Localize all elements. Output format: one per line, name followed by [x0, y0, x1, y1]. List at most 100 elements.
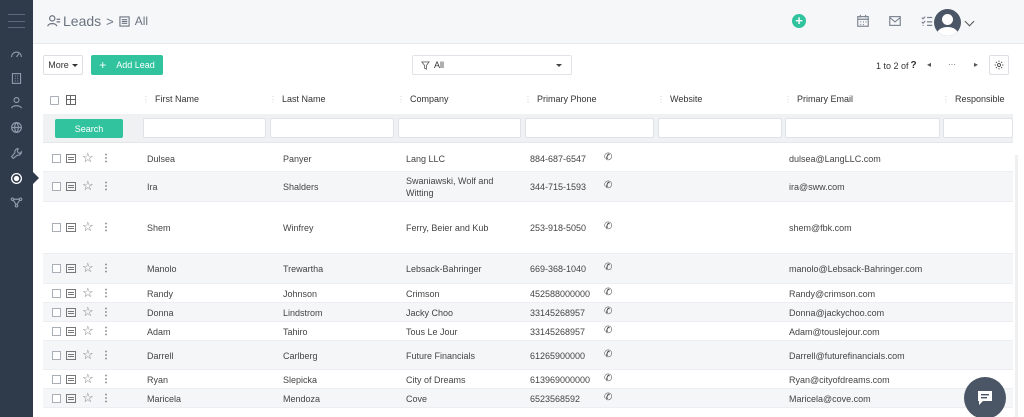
- wrench-icon[interactable]: [0, 141, 33, 165]
- cell-primary-email[interactable]: Donna@jackychoo.com: [789, 307, 929, 319]
- notes-icon[interactable]: [66, 289, 76, 298]
- phone-icon[interactable]: ✆: [604, 262, 612, 273]
- responsible-search-input[interactable]: [943, 118, 1013, 138]
- phone-icon[interactable]: ✆: [604, 180, 612, 191]
- star-icon[interactable]: ☆: [82, 324, 94, 337]
- table-row[interactable]: ☆ ⋮ Ryan Slepicka City of Dreams 613969000000…: [43, 370, 1013, 389]
- cell-last-name[interactable]: Winfrey: [283, 222, 314, 234]
- menu-icon[interactable]: [8, 14, 25, 28]
- kebab-menu-icon[interactable]: ⋮: [101, 375, 111, 385]
- phone-icon[interactable]: ✆: [604, 221, 612, 232]
- phone-icon[interactable]: ✆: [604, 349, 612, 360]
- breadcrumb-view[interactable]: All: [135, 14, 148, 28]
- breadcrumb-module[interactable]: Leads: [63, 13, 101, 29]
- star-icon[interactable]: ☆: [82, 305, 94, 318]
- star-icon[interactable]: ☆: [82, 391, 94, 404]
- add-lead-button[interactable]: + Add Lead: [91, 55, 163, 75]
- phone-icon[interactable]: ✆: [604, 152, 612, 163]
- cell-first-name[interactable]: Maricela: [147, 393, 181, 405]
- kebab-menu-icon[interactable]: ⋮: [101, 289, 111, 299]
- table-row[interactable]: ☆ ⋮ Maricela Mendoza Cove 6523568592 ✆ Maricela…: [43, 389, 1013, 408]
- kebab-menu-icon[interactable]: ⋮: [101, 308, 111, 318]
- notes-icon[interactable]: [66, 182, 76, 191]
- star-icon[interactable]: ☆: [82, 179, 94, 192]
- avatar[interactable]: [934, 9, 961, 36]
- column-header-responsible[interactable]: ⋮ Responsible: [942, 94, 1005, 104]
- phone-icon[interactable]: ✆: [604, 373, 612, 384]
- cell-first-name[interactable]: Darrell: [147, 350, 174, 362]
- cell-first-name[interactable]: Ryan: [147, 374, 168, 386]
- star-icon[interactable]: ☆: [82, 372, 94, 385]
- scrollbar[interactable]: [1015, 155, 1018, 417]
- first-name-search-input[interactable]: [143, 118, 266, 138]
- cell-first-name[interactable]: Shem: [147, 222, 171, 234]
- search-button[interactable]: Search: [55, 119, 123, 138]
- cell-first-name[interactable]: Randy: [147, 288, 173, 300]
- cell-last-name[interactable]: Panyer: [283, 153, 312, 165]
- cell-primary-email[interactable]: Ryan@cityofdreams.com: [789, 374, 929, 386]
- last-name-search-input[interactable]: [270, 118, 394, 138]
- notes-icon[interactable]: [66, 327, 76, 336]
- settings-button[interactable]: [989, 55, 1009, 75]
- table-row[interactable]: ☆ ⋮ Donna Lindstrom Jacky Choo 33145268957 ✆ Do…: [43, 303, 1013, 322]
- dashboard-icon[interactable]: [0, 42, 33, 66]
- cell-last-name[interactable]: Mendoza: [283, 393, 320, 405]
- row-checkbox[interactable]: [52, 182, 61, 191]
- more-pages-icon[interactable]: ···: [948, 60, 956, 69]
- notes-icon[interactable]: [66, 223, 76, 232]
- calendar-icon[interactable]: [856, 14, 870, 28]
- leads-target-icon[interactable]: [0, 166, 39, 190]
- cell-last-name[interactable]: Slepicka: [283, 374, 317, 386]
- more-button[interactable]: More: [43, 55, 83, 75]
- table-row[interactable]: ☆ ⋮ Adam Tahiro Tous Le Jour 33145268957 ✆ Adam…: [43, 322, 1013, 341]
- row-checkbox[interactable]: [52, 375, 61, 384]
- notes-icon[interactable]: [66, 351, 76, 360]
- column-grid-icon[interactable]: [66, 95, 76, 105]
- cell-last-name[interactable]: Trewartha: [283, 263, 323, 275]
- building-icon[interactable]: [0, 66, 33, 90]
- cell-last-name[interactable]: Carlberg: [283, 350, 318, 362]
- star-icon[interactable]: ☆: [82, 261, 94, 274]
- company-search-input[interactable]: [398, 118, 521, 138]
- kebab-menu-icon[interactable]: ⋮: [101, 223, 111, 233]
- select-all-checkbox[interactable]: [50, 96, 59, 105]
- row-checkbox[interactable]: [52, 154, 61, 163]
- phone-icon[interactable]: ✆: [604, 325, 612, 336]
- cell-primary-email[interactable]: Randy@crimson.com: [789, 288, 929, 300]
- mail-icon[interactable]: [888, 14, 902, 28]
- user-icon[interactable]: [0, 90, 33, 114]
- column-header-first-name[interactable]: ⋮ First Name: [142, 94, 199, 104]
- phone-icon[interactable]: ✆: [604, 392, 612, 403]
- column-header-last-name[interactable]: ⋮ Last Name: [269, 94, 326, 104]
- table-row[interactable]: ☆ ⋮ Manolo Trewartha Lebsack-Bahringer 669-36…: [43, 254, 1013, 284]
- website-search-input[interactable]: [658, 118, 782, 138]
- star-icon[interactable]: ☆: [82, 348, 94, 361]
- cell-first-name[interactable]: Ira: [147, 181, 158, 193]
- row-checkbox[interactable]: [52, 289, 61, 298]
- cell-last-name[interactable]: Lindstrom: [283, 307, 323, 319]
- star-icon[interactable]: ☆: [82, 220, 94, 233]
- next-page-icon[interactable]: ▸: [974, 60, 978, 69]
- email-search-input[interactable]: [785, 118, 940, 138]
- chat-button[interactable]: [964, 377, 1006, 417]
- first-page-icon[interactable]: ◂: [927, 60, 931, 69]
- table-row[interactable]: ☆ ⋮ Randy Johnson Crimson 452588000000 ✆ Randy@…: [43, 284, 1013, 303]
- cell-primary-email[interactable]: shem@fbk.com: [789, 222, 929, 234]
- column-header-primary-email[interactable]: ⋮ Primary Email: [784, 94, 853, 104]
- globe-icon[interactable]: [0, 115, 33, 139]
- cell-last-name[interactable]: Shalders: [283, 181, 319, 193]
- notes-icon[interactable]: [66, 394, 76, 403]
- cell-primary-email[interactable]: Adam@touslejour.com: [789, 326, 929, 338]
- cell-primary-email[interactable]: Maricela@cove.com: [789, 393, 929, 405]
- notes-icon[interactable]: [66, 264, 76, 273]
- kebab-menu-icon[interactable]: ⋮: [101, 394, 111, 404]
- column-header-website[interactable]: ⋮ Website: [657, 94, 702, 104]
- row-checkbox[interactable]: [52, 308, 61, 317]
- column-header-company[interactable]: ⋮ Company: [397, 94, 449, 104]
- kebab-menu-icon[interactable]: ⋮: [101, 351, 111, 361]
- table-row[interactable]: ☆ ⋮ Dulsea Panyer Lang LLC 884-687-6547 ✆ dulse…: [43, 145, 1013, 172]
- cell-first-name[interactable]: Dulsea: [147, 153, 175, 165]
- table-row[interactable]: ☆ ⋮ Shem Winfrey Ferry, Beier and Kub 253-918…: [43, 202, 1013, 254]
- cell-first-name[interactable]: Donna: [147, 307, 174, 319]
- pager-total-unknown[interactable]: ?: [911, 60, 917, 71]
